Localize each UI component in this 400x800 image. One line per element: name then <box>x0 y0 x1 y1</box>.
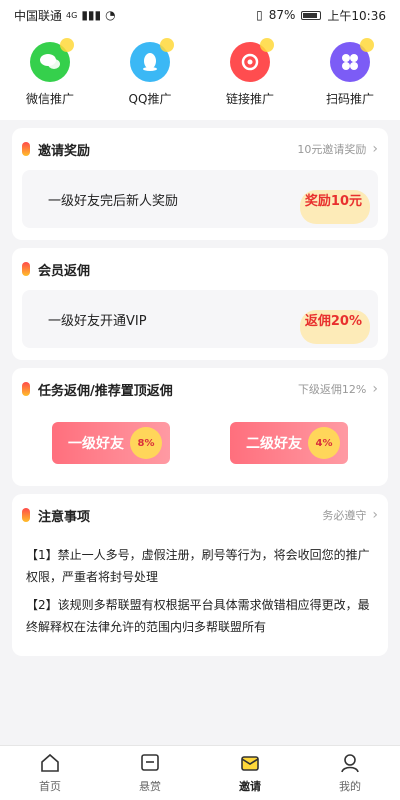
invite-reward-card: 邀请奖励 10元邀请奖励 › 一级好友完后新人奖励 奖励10元 <box>12 128 388 240</box>
flame-icon <box>22 142 30 156</box>
tab-invite[interactable]: 邀请 <box>210 752 290 794</box>
status-bar: 中国联通 4G ▮▮▮ ◔ ▯ 87% 上午10:36 <box>0 0 400 30</box>
invite-reward-more-text: 10元邀请奖励 <box>297 143 367 156</box>
reward-icon <box>141 754 159 771</box>
tab-reward-label: 悬赏 <box>139 780 161 793</box>
qq-icon <box>130 38 174 82</box>
tab-home-label: 首页 <box>39 780 61 793</box>
scan-icon <box>330 38 374 82</box>
chevron-right-icon: › <box>372 141 378 157</box>
flame-icon <box>22 262 30 276</box>
notes-title-wrap: 注意事项 <box>22 506 90 525</box>
member-rebate-header: 会员返佣 <box>22 248 378 290</box>
task-rebate-card: 任务返佣/推荐置顶返佣 下级返佣12% › 一级好友 8% 二级好友 4% <box>12 368 388 486</box>
member-rebate-value: 返佣20% <box>304 313 362 329</box>
invite-reward-more[interactable]: 10元邀请奖励 › <box>297 141 378 157</box>
link-icon <box>230 38 274 82</box>
tier-second-label: 二级好友 <box>246 436 302 452</box>
chevron-right-icon: › <box>372 507 378 523</box>
battery-icon <box>301 10 322 20</box>
tier-second-level[interactable]: 二级好友 4% <box>230 422 348 464</box>
task-rebate-title-wrap: 任务返佣/推荐置顶返佣 <box>22 380 173 399</box>
notes-title: 注意事项 <box>38 509 91 525</box>
wechat-icon <box>30 38 74 82</box>
member-rebate-title-wrap: 会员返佣 <box>22 260 90 279</box>
quick-scan[interactable]: 扫码推广 <box>305 38 395 107</box>
member-rebate-box: 一级好友开通VIP 返佣20% <box>22 290 378 348</box>
tier-second-badge: 4% <box>308 427 340 459</box>
tab-reward[interactable]: 悬赏 <box>110 752 190 794</box>
tier-row: 一级好友 8% 二级好友 4% <box>22 410 378 474</box>
profile-icon <box>341 754 359 773</box>
signal-type: 4G <box>66 10 78 20</box>
clock: 上午10:36 <box>327 8 386 23</box>
status-left: 中国联通 4G ▮▮▮ ◔ <box>14 7 116 24</box>
tier-first-level[interactable]: 一级好友 8% <box>52 422 170 464</box>
tab-profile-label: 我的 <box>339 780 361 793</box>
flame-icon <box>22 508 30 522</box>
quick-scan-label: 扫码推广 <box>325 92 374 106</box>
member-rebate-card: 会员返佣 一级好友开通VIP 返佣20% <box>12 248 388 360</box>
member-rebate-text: 一级好友开通VIP <box>48 313 147 329</box>
quick-qq[interactable]: QQ推广 <box>105 38 195 107</box>
invite-reward-value: 奖励10元 <box>304 193 362 209</box>
signal-icon: ▮▮▮ <box>81 8 102 22</box>
carrier: 中国联通 <box>14 8 63 23</box>
tab-home[interactable]: 首页 <box>10 752 90 794</box>
invite-reward-box: 一级好友完后新人奖励 奖励10元 <box>22 170 378 228</box>
vibrate-icon: ▯ <box>256 8 263 22</box>
note-item-1: 【1】禁止一人多号，虚假注册，刷号等行为，将会收回您的推广权限，严重者将封号处理 <box>26 548 370 584</box>
quick-qq-label: QQ推广 <box>128 92 172 106</box>
invite-reward-text: 一级好友完后新人奖励 <box>48 193 179 209</box>
invite-reward-title: 邀请奖励 <box>38 143 91 159</box>
notes-more[interactable]: 务必遵守 › <box>322 507 378 523</box>
note-item-2: 【2】该规则多帮联盟有权根据平台具体需求做错相应得更改，最终解释权在法律允许的范… <box>26 598 370 634</box>
invite-reward-title-wrap: 邀请奖励 <box>22 140 90 159</box>
quick-wechat-label: 微信推广 <box>25 92 74 106</box>
task-rebate-more[interactable]: 下级返佣12% › <box>298 381 378 397</box>
chevron-right-icon: › <box>372 381 378 397</box>
battery-percent: 87% <box>268 8 296 22</box>
status-right: ▯ 87% 上午10:36 <box>256 7 386 24</box>
tier-first-badge: 8% <box>130 427 162 459</box>
tab-invite-label: 邀请 <box>239 780 261 793</box>
home-icon <box>41 753 59 772</box>
notes-header[interactable]: 注意事项 务必遵守 › <box>22 494 378 536</box>
quick-link-label: 链接推广 <box>225 92 274 106</box>
wifi-icon: ◔ <box>105 8 116 22</box>
task-rebate-title: 任务返佣/推荐置顶返佣 <box>38 383 173 399</box>
quick-wechat[interactable]: 微信推广 <box>5 38 95 107</box>
member-rebate-title: 会员返佣 <box>38 263 91 279</box>
bottom-tab-bar: 首页 悬赏 邀请 我的 <box>0 745 400 800</box>
flame-icon <box>22 382 30 396</box>
notes-card: 注意事项 务必遵守 › 【1】禁止一人多号，虚假注册，刷号等行为，将会收回您的推… <box>12 494 388 656</box>
tab-profile[interactable]: 我的 <box>310 752 390 794</box>
quick-actions: 微信推广 QQ推广 链接推广 扫码推广 <box>0 30 400 120</box>
tier-first-label: 一级好友 <box>68 436 124 452</box>
invite-icon <box>241 756 259 771</box>
notes-body: 【1】禁止一人多号，虚假注册，刷号等行为，将会收回您的推广权限，严重者将封号处理… <box>22 536 378 638</box>
invite-reward-header[interactable]: 邀请奖励 10元邀请奖励 › <box>22 128 378 170</box>
task-rebate-more-text: 下级返佣12% <box>297 383 367 396</box>
content: 微信推广 QQ推广 链接推广 扫码推广 邀请奖励 10元邀请奖励 › 一级好友完… <box>0 30 400 745</box>
notes-more-text: 务必遵守 <box>322 509 367 522</box>
task-rebate-header[interactable]: 任务返佣/推荐置顶返佣 下级返佣12% › <box>22 368 378 410</box>
quick-link[interactable]: 链接推广 <box>205 38 295 107</box>
